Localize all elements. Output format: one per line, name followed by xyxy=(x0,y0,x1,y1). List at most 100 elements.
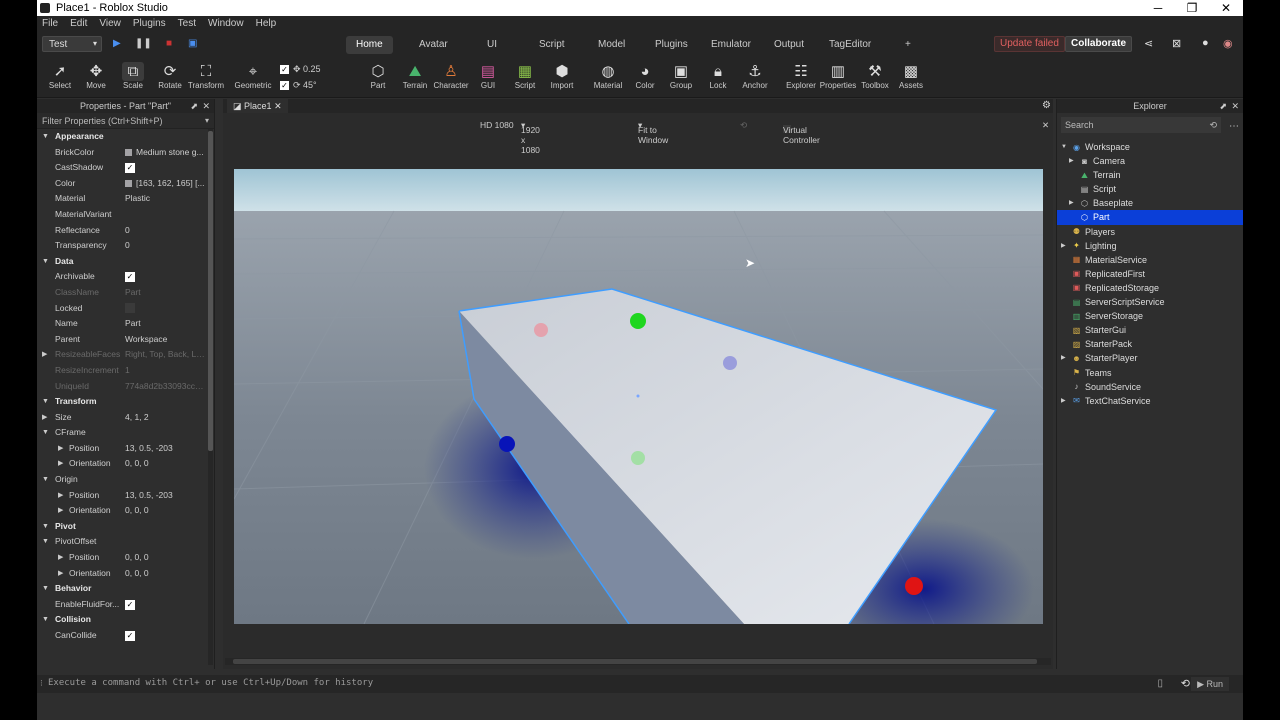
explorer-item-replicatedstorage[interactable]: ▣ ReplicatedStorage xyxy=(1057,281,1243,295)
maximize-button[interactable]: ❐ xyxy=(1175,0,1209,16)
share-icon[interactable]: ⋖ xyxy=(1144,37,1153,50)
rotate-snap-checkbox[interactable]: ✓ xyxy=(280,81,289,91)
close-window-button[interactable]: ✕ xyxy=(1209,0,1243,16)
collapsed-arrow-icon[interactable]: ▶ xyxy=(58,566,63,582)
explorer-item-starterplayer[interactable]: ▶ ☻ StarterPlayer xyxy=(1057,351,1243,365)
3d-viewport[interactable]: ➤ xyxy=(234,169,1043,624)
assets-toggle[interactable]: ▩ Assets xyxy=(892,62,930,90)
explorer-item-serverscriptservice[interactable]: ▤ ServerScriptService xyxy=(1057,295,1243,309)
color-swatch[interactable] xyxy=(125,180,132,188)
material-tool[interactable]: ◍ Material xyxy=(589,62,627,90)
menu-window[interactable]: Window xyxy=(208,18,244,29)
property-value[interactable]: Part xyxy=(125,285,207,301)
close-tab-icon[interactable]: ✕ xyxy=(274,101,282,111)
properties-toggle[interactable]: ▥ Properties xyxy=(819,62,857,90)
property-row-materialvariant[interactable]: MaterialVariant xyxy=(37,207,214,223)
menu-edit[interactable]: Edit xyxy=(70,18,87,29)
part-tool[interactable]: ⬡ Part xyxy=(359,62,397,90)
collaborate-button[interactable]: Collaborate xyxy=(1065,36,1133,52)
property-checkbox[interactable]: ✓ xyxy=(125,160,207,176)
rotate-snap-field[interactable]: ✓ ⟳ 45° xyxy=(280,79,348,91)
explorer-item-textchatservice[interactable]: ▶ ✉ TextChatService xyxy=(1057,394,1243,408)
close-panel-icon[interactable]: ✕ xyxy=(1231,99,1239,113)
property-row-resizeablefaces[interactable]: ▶ ResizeableFaces Right, Top, Back, Le... xyxy=(37,347,214,363)
property-row-transparency[interactable]: Transparency 0 xyxy=(37,238,214,254)
move-tool[interactable]: ✥ Move xyxy=(77,62,115,90)
property-row-brickcolor[interactable]: BrickColor Medium stone g... xyxy=(37,145,214,161)
select-tool[interactable]: ➚ Select xyxy=(41,62,79,90)
property-row-size[interactable]: ▶ Size 4, 1, 2 xyxy=(37,410,214,426)
tab-output[interactable]: Output xyxy=(764,36,814,54)
property-row-reflectance[interactable]: Reflectance 0 xyxy=(37,223,214,239)
terrain-tool[interactable]: ⛰ Terrain xyxy=(396,62,434,90)
property-value[interactable]: 774a8d2b33093cc72... xyxy=(125,379,207,395)
stop-icon[interactable]: ■ xyxy=(166,38,172,49)
explorer-item-camera[interactable]: ▶ ◙ Camera xyxy=(1057,154,1243,168)
tab-plugins[interactable]: Plugins xyxy=(645,36,698,54)
expanded-arrow-icon[interactable]: ▼ xyxy=(42,425,49,441)
explorer-item-replicatedfirst[interactable]: ▣ ReplicatedFirst xyxy=(1057,267,1243,281)
float-panel-icon[interactable]: ⬈ xyxy=(190,99,198,113)
property-value[interactable]: [163, 162, 165] [... xyxy=(125,176,207,192)
geometric-tool[interactable]: ⌖ Geometric xyxy=(233,62,273,90)
explorer-item-players[interactable]: ⚉ Players xyxy=(1057,225,1243,239)
collapsed-arrow-icon[interactable]: ▶ xyxy=(58,488,63,504)
property-category-appearance[interactable]: ▼ Appearance xyxy=(37,129,214,145)
property-value[interactable]: Plastic xyxy=(125,191,207,207)
checked-icon[interactable]: ✓ xyxy=(125,599,135,610)
property-row-position[interactable]: ▶ Position 13, 0.5, -203 xyxy=(37,488,214,504)
orientation-icon[interactable]: ⟲ xyxy=(740,120,747,131)
lock-tool[interactable]: 🔒︎ Lock xyxy=(699,62,737,90)
property-row-resizeincrement[interactable]: ResizeIncrement 1 xyxy=(37,363,214,379)
gear-icon[interactable]: ⚙ xyxy=(1042,100,1051,111)
close-panel-icon[interactable]: ✕ xyxy=(202,99,210,113)
checked-icon[interactable]: ✓ xyxy=(125,162,135,173)
expanded-arrow-icon[interactable]: ▼ xyxy=(42,472,49,488)
tab-emulator[interactable]: Emulator xyxy=(701,36,761,54)
property-checkbox[interactable]: ✓ xyxy=(125,628,207,644)
expanded-arrow-icon[interactable]: ▼ xyxy=(42,129,49,145)
explorer-item-teams[interactable]: ⚑ Teams xyxy=(1057,366,1243,380)
property-checkbox[interactable]: ✓ xyxy=(125,597,207,613)
property-checkbox[interactable]: ✓ xyxy=(125,269,207,285)
tab-tageditor[interactable]: TagEditor xyxy=(819,36,881,54)
property-row-origin[interactable]: ▼ Origin xyxy=(37,472,214,488)
script-tool[interactable]: ▦ Script xyxy=(506,62,544,90)
user-avatar-icon[interactable]: ◉ xyxy=(1223,37,1233,50)
scale-tool[interactable]: ⧉ Scale xyxy=(114,62,152,90)
checked-icon[interactable]: ✓ xyxy=(125,272,135,283)
property-value[interactable]: 1 xyxy=(125,363,207,379)
explorer-item-soundservice[interactable]: ♪ SoundService xyxy=(1057,380,1243,394)
explorer-item-lighting[interactable]: ▶ ✦ Lighting xyxy=(1057,239,1243,253)
collapsed-arrow-icon[interactable]: ▶ xyxy=(1061,239,1066,253)
menu-help[interactable]: Help xyxy=(256,18,277,29)
explorer-item-workspace[interactable]: ▼ ◉ Workspace xyxy=(1057,140,1243,154)
explorer-item-starterpack[interactable]: ▨ StarterPack xyxy=(1057,337,1243,351)
tab-script[interactable]: Script xyxy=(529,36,575,54)
property-category-transform[interactable]: ▼ Transform xyxy=(37,394,214,410)
viewport-horizontal-scrollbar[interactable] xyxy=(225,658,1051,665)
command-input[interactable]: Execute a command with Ctrl+ or use Ctrl… xyxy=(48,678,373,688)
test-mode-dropdown[interactable]: Test ▾ xyxy=(42,36,102,52)
expanded-arrow-icon[interactable]: ▼ xyxy=(42,612,49,628)
property-value[interactable]: 13, 0.5, -203 xyxy=(125,441,207,457)
property-value[interactable]: 0, 0, 0 xyxy=(125,550,207,566)
notification-bell-icon[interactable]: ● xyxy=(1202,37,1209,49)
expanded-arrow-icon[interactable]: ▼ xyxy=(42,394,49,410)
color-tool[interactable]: ◕ Color xyxy=(626,62,664,90)
more-options-icon[interactable]: ⋯ xyxy=(1229,121,1239,132)
property-category-behavior[interactable]: ▼ Behavior xyxy=(37,581,214,597)
update-failed-badge[interactable]: Update failed xyxy=(994,36,1065,52)
filter-properties-input[interactable]: Filter Properties (Ctrl+Shift+P) ▾ xyxy=(37,113,214,129)
property-category-collision[interactable]: ▼ Collision xyxy=(37,612,214,628)
properties-scrollbar[interactable] xyxy=(208,129,213,665)
expanded-arrow-icon[interactable]: ▼ xyxy=(42,254,49,270)
menu-file[interactable]: File xyxy=(42,18,58,29)
float-panel-icon[interactable]: ⬈ xyxy=(1219,99,1227,113)
unchecked-icon[interactable] xyxy=(125,303,135,314)
fit-dropdown[interactable]: Fit to Window ▾ xyxy=(638,120,668,145)
property-value[interactable]: 0 xyxy=(125,238,207,254)
property-row-classname[interactable]: ClassName Part xyxy=(37,285,214,301)
collapsed-arrow-icon[interactable]: ▶ xyxy=(58,550,63,566)
color-swatch[interactable] xyxy=(125,148,132,156)
